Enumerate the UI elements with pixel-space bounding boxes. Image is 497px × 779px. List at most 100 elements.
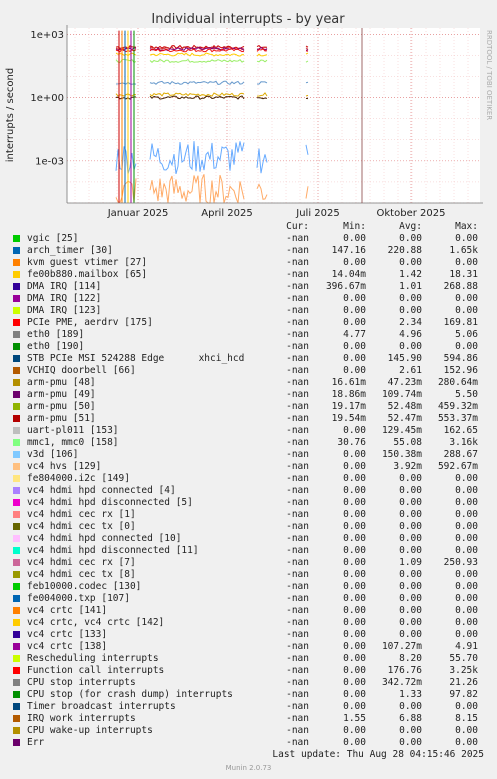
legend-max: 0.00: [455, 497, 478, 508]
legend-cur: -nan: [286, 641, 309, 652]
legend-name: arch_timer [30]: [27, 245, 113, 256]
legend-swatch: [13, 475, 20, 482]
legend-avg: 1.01: [399, 281, 422, 292]
legend-row: vc4 hdmi hpd connected [4] -nan 0.00 0.00 0.…: [0, 485, 497, 497]
legend-max: 0.00: [455, 569, 478, 580]
legend-max: 0.00: [455, 581, 478, 592]
legend-min: 30.76: [337, 437, 366, 448]
legend-name: arm-pmu [48]: [27, 377, 96, 388]
legend-name: Rescheduling interrupts: [27, 653, 159, 664]
legend-row: Err -nan 0.00 0.00 0.00: [0, 737, 497, 749]
y-tick-label: 1e+00: [30, 93, 64, 104]
legend-swatch: [13, 703, 20, 710]
legend-name: arm-pmu [50]: [27, 401, 96, 412]
legend-avg: 0.00: [399, 233, 422, 244]
legend-min: 0.00: [343, 305, 366, 316]
legend-min: 0.00: [343, 257, 366, 268]
legend-min: 0.00: [343, 665, 366, 676]
legend-cur: -nan: [286, 677, 309, 688]
legend-max: 268.88: [443, 281, 478, 292]
legend-min: 0.00: [343, 233, 366, 244]
legend-min: 4.77: [343, 329, 366, 340]
legend-max: 0.00: [455, 341, 478, 352]
legend-row: feb10000.codec [130] -nan 0.00 0.00 0.00: [0, 581, 497, 593]
legend-max: 0.00: [455, 701, 478, 712]
legend-swatch: [13, 679, 20, 686]
legend-max: 55.70: [449, 653, 478, 664]
legend-row: fe804000.i2c [149] -nan 0.00 0.00 0.00: [0, 473, 497, 485]
legend-avg: 109.74m: [381, 389, 422, 400]
legend-min: 0.00: [343, 701, 366, 712]
last-update: Last update: Thu Aug 28 04:15:46 2025: [272, 749, 484, 760]
legend-name: Timer broadcast interrupts: [27, 701, 176, 712]
legend-row: Timer broadcast interrupts -nan 0.00 0.00 0.…: [0, 701, 497, 713]
legend-swatch: [13, 439, 20, 446]
y-tick-label: 1e-03: [35, 156, 64, 167]
legend-row: v3d [106] -nan 0.00 150.38m 288.67: [0, 449, 497, 461]
legend-max: 592.67m: [437, 461, 478, 472]
legend-avg: 342.72m: [381, 677, 422, 688]
legend-max: 0.00: [455, 521, 478, 532]
legend-min: 0.00: [343, 473, 366, 484]
legend-name: arm-pmu [51]: [27, 413, 96, 424]
legend-max: 0.00: [455, 305, 478, 316]
legend-swatch: [13, 319, 20, 326]
legend-swatch: [13, 631, 20, 638]
legend-swatch: [13, 727, 20, 734]
legend-row: arm-pmu [50] -nan 19.17m 52.48m 459.32m: [0, 401, 497, 413]
legend-row: vc4 hdmi hpd disconnected [11] -nan 0.00 0.…: [0, 545, 497, 557]
legend-row: DMA IRQ [114] -nan 396.67m 1.01 268.88: [0, 281, 497, 293]
legend-swatch: [13, 259, 20, 266]
legend-swatch: [13, 547, 20, 554]
legend-max: 97.82: [449, 689, 478, 700]
legend-cur: -nan: [286, 401, 309, 412]
legend-max: 169.81: [443, 317, 478, 328]
legend-cur: -nan: [286, 281, 309, 292]
legend-max: 0.00: [455, 233, 478, 244]
legend-min: 0.00: [343, 677, 366, 688]
legend-avg: 1.42: [399, 269, 422, 280]
legend-avg: 0.00: [399, 569, 422, 580]
legend-row: arm-pmu [49] -nan 18.86m 109.74m 5.50: [0, 389, 497, 401]
legend-row: vc4 hdmi cec rx [1] -nan 0.00 0.00 0.00: [0, 509, 497, 521]
legend-min: 0.00: [343, 293, 366, 304]
legend-swatch: [13, 355, 20, 362]
legend-name: fe004000.txp [107]: [27, 593, 130, 604]
legend-name: vgic [25]: [27, 233, 79, 244]
legend-row: Function call interrupts -nan 0.00 176.76 3.…: [0, 665, 497, 677]
legend-max: 250.93: [443, 557, 478, 568]
legend-swatch: [13, 283, 20, 290]
legend-name: vc4 hdmi cec rx [1]: [27, 509, 136, 520]
legend-name: VCHIQ doorbell [66]: [27, 365, 136, 376]
legend-cur: -nan: [286, 509, 309, 520]
legend-cur: -nan: [286, 557, 309, 568]
legend-avg: 220.88: [387, 245, 422, 256]
header-avg: Avg:: [399, 221, 422, 232]
legend-cur: -nan: [286, 605, 309, 616]
legend-avg: 2.61: [399, 365, 422, 376]
legend-swatch: [13, 451, 20, 458]
legend-avg: 3.92m: [393, 461, 422, 472]
legend-max: 288.67: [443, 449, 478, 460]
legend-row: CPU wake-up interrupts -nan 0.00 0.00 0.00: [0, 725, 497, 737]
watermark: RRDTOOL / TOBI OETIKER: [485, 30, 493, 120]
legend-cur: -nan: [286, 533, 309, 544]
legend-row: vc4 crtc, vc4 crtc [142] -nan 0.00 0.00 0.00: [0, 617, 497, 629]
legend-max: 0.00: [455, 533, 478, 544]
legend-avg: 8.20: [399, 653, 422, 664]
legend-row: vc4 hvs [129] -nan 0.00 3.92m 592.67m: [0, 461, 497, 473]
legend-min: 0.00: [343, 317, 366, 328]
legend-swatch: [13, 511, 20, 518]
legend-name: DMA IRQ [122]: [27, 293, 102, 304]
legend-header: Cur: Min: Avg: Max:: [0, 221, 497, 233]
series-line: [305, 94, 309, 97]
header-cur: Cur:: [286, 221, 309, 232]
legend-row: kvm guest vtimer [27] -nan 0.00 0.00 0.00: [0, 257, 497, 269]
legend-swatch: [13, 343, 20, 350]
legend-cur: -nan: [286, 617, 309, 628]
legend-swatch: [13, 379, 20, 386]
legend-max: 0.00: [455, 545, 478, 556]
legend-cur: -nan: [286, 653, 309, 664]
legend-cur: -nan: [286, 485, 309, 496]
legend-swatch: [13, 307, 20, 314]
